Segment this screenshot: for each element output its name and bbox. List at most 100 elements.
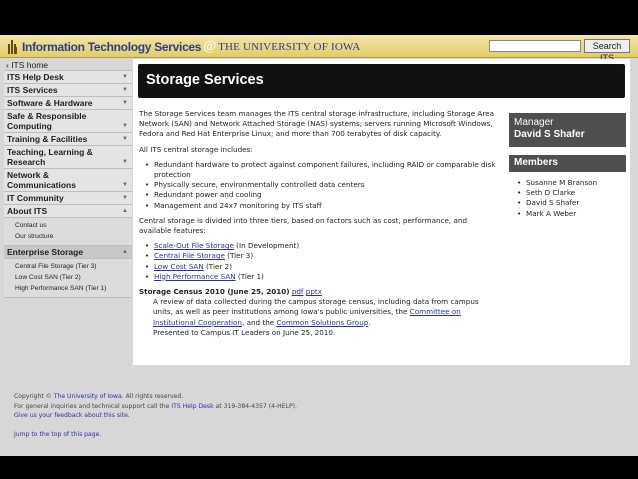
- members-title: Members: [514, 157, 558, 168]
- census-pptx-link[interactable]: pptx: [306, 287, 322, 296]
- chevron-down-icon: ▼: [122, 159, 128, 165]
- chevron-down-icon: ▼: [122, 87, 128, 93]
- census-presented-text: Presented to Campus IT Leaders on June 2…: [153, 327, 336, 337]
- content-body: The Storage Services team manages the IT…: [139, 109, 496, 338]
- sidebar-item-its-services[interactable]: ITS Services ▼: [4, 84, 132, 97]
- chevron-down-icon: ▼: [122, 136, 128, 142]
- sidebar-subitem-contact-us[interactable]: Contact us: [4, 220, 132, 231]
- census-pdf-link[interactable]: pdf: [292, 287, 304, 296]
- link-central-file-storage[interactable]: Central File Storage: [154, 251, 225, 260]
- its-logo[interactable]: Information Technology Services @ THE UN…: [8, 39, 360, 54]
- inquiries-text: at 319-384-4357 (4-HELP).: [215, 402, 297, 410]
- sidebar-subitem-high-performance-san[interactable]: High Performance SAN (Tier 1): [4, 283, 132, 294]
- sidebar-item-label: Safe & Responsible Computing: [7, 111, 87, 131]
- chevron-down-icon: ▼: [122, 100, 128, 106]
- inquiries-text: For general inquiries and technical supp…: [14, 402, 170, 410]
- copyright-line: Copyright © The University of Iowa. All …: [14, 392, 614, 402]
- old-capitol-icon: [8, 39, 18, 54]
- sidebar-item-it-community[interactable]: IT Community ▼: [4, 192, 132, 205]
- chevron-up-icon: ▲: [122, 208, 128, 214]
- intro-paragraph: The Storage Services team manages the IT…: [139, 109, 494, 139]
- sidebar-item-label: ITS Services: [7, 85, 58, 95]
- csg-link[interactable]: Common Solutions Group: [276, 318, 368, 327]
- logo-university-text: THE UNIVERSITY OF IOWA: [218, 40, 361, 53]
- includes-label: All ITS central storage includes:: [139, 144, 253, 154]
- list-item: Physically secure, environmentally contr…: [145, 180, 496, 190]
- members-list: Susanne M Branson Seth D Clarke David S …: [517, 178, 627, 219]
- link-scale-out-file-storage[interactable]: Scale-Out File Storage: [154, 241, 234, 250]
- chevron-up-icon: ▲: [122, 249, 128, 255]
- sidebar-item-label: Enterprise Storage: [7, 247, 84, 257]
- site-header: Information Technology Services @ THE UN…: [0, 35, 638, 63]
- sidebar-item-label: IT Community: [7, 193, 64, 203]
- list-item: Management and 24x7 monitoring by ITS st…: [145, 201, 496, 211]
- chevron-down-icon: ▼: [122, 123, 128, 129]
- search-button[interactable]: Search ITS: [584, 39, 630, 63]
- link-high-performance-san[interactable]: High Performance SAN: [154, 272, 236, 281]
- manager-box: Manager David S Shafer: [509, 113, 626, 147]
- tier-note: (Tier 2): [203, 261, 232, 271]
- inquiries-line: For general inquiries and technical supp…: [14, 402, 614, 412]
- sidebar-item-training[interactable]: Training & Facilities ▼: [4, 133, 132, 146]
- census-title: Storage Census 2010 (June 25, 2010): [139, 287, 290, 297]
- site-footer: Copyright © The University of Iowa. All …: [14, 392, 614, 439]
- sidebar-item-safe-computing[interactable]: Safe & Responsible Computing ▼: [4, 110, 132, 133]
- chevron-down-icon: ▼: [122, 195, 128, 201]
- tiers-list: Scale-Out File Storage (In Development) …: [145, 241, 496, 282]
- manager-name: David S Shafer: [514, 129, 585, 140]
- sidebar-subitem-our-structure[interactable]: Our structure: [4, 231, 132, 242]
- sidebar-item-help-desk[interactable]: ITS Help Desk ▼: [4, 71, 132, 84]
- sidebar-item-network[interactable]: Network & Communications ▼: [4, 169, 132, 192]
- search-input[interactable]: [489, 40, 581, 52]
- list-item: Redundant power and cooling: [145, 190, 496, 200]
- sidebar-subitem-low-cost-san[interactable]: Low Cost SAN (Tier 2): [4, 272, 132, 283]
- web-page: Information Technology Services @ THE UN…: [0, 35, 638, 456]
- list-item: Central File Storage (Tier 3): [145, 251, 496, 261]
- sidebar-item-its-home[interactable]: ‹ ITS home: [4, 59, 132, 71]
- about-its-submenu: Contact us Our structure: [4, 218, 132, 246]
- link-low-cost-san[interactable]: Low Cost SAN: [154, 262, 204, 271]
- sidebar-nav: ‹ ITS home ITS Help Desk ▼ ITS Services ▼ …: [4, 59, 132, 298]
- tiers-intro: Central storage is divided into three ti…: [139, 215, 468, 236]
- feedback-link[interactable]: Give us your feedback about this site.: [14, 411, 614, 421]
- sidebar-item-label: ITS Help Desk: [7, 72, 64, 82]
- list-item: Susanne M Branson: [517, 178, 627, 188]
- tier-note: (Tier 1): [235, 271, 264, 281]
- sidebar-item-label: About ITS: [7, 206, 48, 216]
- logo-its-text: Information Technology Services: [22, 39, 202, 54]
- list-item: Mark A Weber: [517, 209, 627, 219]
- sidebar-item-about-its[interactable]: About ITS ▲: [4, 205, 132, 218]
- help-desk-link[interactable]: ITS Help Desk: [171, 403, 213, 410]
- tier-note: (In Development): [233, 241, 300, 251]
- university-link[interactable]: The University of Iowa: [54, 393, 122, 400]
- members-box: Members: [509, 155, 626, 172]
- census-text: .: [368, 317, 371, 327]
- main-content: Storage Services The Storage Services te…: [133, 59, 630, 365]
- sidebar-subitem-central-file-storage[interactable]: Central File Storage (Tier 3): [4, 261, 132, 272]
- sidebar-item-enterprise-storage[interactable]: Enterprise Storage ▲: [4, 246, 132, 259]
- sidebar-item-teaching[interactable]: Teaching, Learning & Research ▼: [4, 146, 132, 169]
- copyright-text: Copyright ©: [14, 393, 52, 400]
- tier-note: (Tier 3): [224, 251, 254, 261]
- chevron-down-icon: ▼: [122, 182, 128, 188]
- list-item: Seth D Clarke: [517, 188, 627, 198]
- chevron-down-icon: ▼: [122, 74, 128, 80]
- copyright-text: . All rights reserved.: [121, 393, 184, 400]
- list-item: Low Cost SAN (Tier 2): [145, 261, 496, 272]
- sidebar-item-label: Training & Facilities: [7, 134, 88, 144]
- enterprise-storage-submenu: Central File Storage (Tier 3) Low Cost S…: [4, 259, 132, 298]
- list-item: High Performance SAN (Tier 1): [145, 271, 496, 282]
- sidebar-item-software-hardware[interactable]: Software & Hardware ▼: [4, 97, 132, 110]
- list-item: David S Shafer: [517, 198, 627, 208]
- jump-to-top-link[interactable]: Jump to the top of this page.: [14, 430, 614, 440]
- census-heading: Storage Census 2010 (June 25, 2010) pdf …: [139, 287, 496, 297]
- census-description: A review of data collected during the ca…: [139, 297, 496, 338]
- census-text: , and the: [242, 317, 275, 327]
- includes-list: Redundant hardware to protect against co…: [145, 160, 496, 211]
- sidebar-item-label: Network & Communications: [7, 170, 76, 190]
- sidebar-item-label: Software & Hardware: [7, 98, 93, 108]
- page-title: Storage Services: [146, 72, 264, 88]
- title-banner: Storage Services: [138, 64, 625, 98]
- list-item: Scale-Out File Storage (In Development): [145, 241, 496, 251]
- manager-label: Manager: [514, 117, 554, 128]
